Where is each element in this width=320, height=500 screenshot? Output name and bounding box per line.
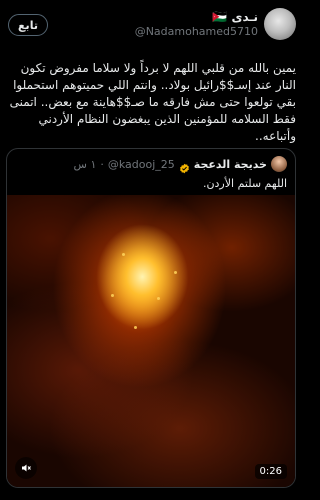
speaker-muted-icon [20,459,32,478]
quoted-post-text: اللهم سلتم الأردن. [202,177,287,190]
author-avatar[interactable] [264,8,296,40]
verified-badge-icon [179,159,190,173]
quoted-author-handle[interactable]: @kadooj_25 [108,158,175,171]
post-header: تابع نـدى 🇯🇴 @Nadamohamed5710 [0,0,302,48]
mute-button[interactable] [15,457,37,479]
quoted-post-header: خديجة الدعجة @kadooj_25 · ١ س [7,155,295,173]
quoted-post-time[interactable]: ١ س [74,158,97,171]
post-text: يمين بالله من قلبي اللهم لا برداً ولا سل… [9,61,296,143]
quoted-post[interactable]: خديجة الدعجة @kadooj_25 · ١ س اللهم سلتم… [6,148,296,488]
follow-button[interactable]: تابع [8,14,48,36]
author-info[interactable]: نـدى 🇯🇴 @Nadamohamed5710 [135,10,258,39]
separator-dot: · [100,157,104,171]
author-display-name[interactable]: نـدى 🇯🇴 [135,10,258,25]
quoted-author-name[interactable]: خديجة الدعجة [194,158,267,171]
video-duration: 0:26 [254,464,287,479]
author-handle[interactable]: @Nadamohamed5710 [135,25,258,39]
quoted-author-avatar[interactable] [271,156,287,172]
video-player[interactable]: 0:26 [7,195,295,487]
